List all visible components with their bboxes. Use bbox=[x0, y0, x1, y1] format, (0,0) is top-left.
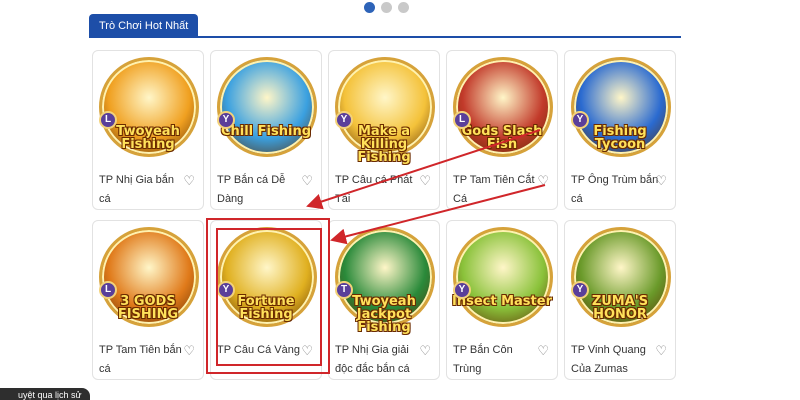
favorite-heart-icon[interactable]: ♡ bbox=[537, 171, 549, 190]
section-tab-hot-games[interactable]: Trò Chơi Hot Nhất bbox=[89, 14, 199, 38]
game-title[interactable]: TP Nhị Gia giải độc đắc bắn cá bbox=[335, 341, 423, 379]
game-title[interactable]: TP Tam Tiên bắn cá bbox=[99, 341, 187, 379]
game-card[interactable]: Fishing Tycoon Y TP Ông Trùm bắn cá ♡ bbox=[564, 50, 676, 210]
carousel-dot-1[interactable] bbox=[364, 2, 375, 13]
provider-badge: L bbox=[99, 281, 117, 299]
game-card[interactable]: Gods Slash Fish L TP Tam Tiên Cắt Cá ♡ bbox=[446, 50, 558, 210]
provider-badge: T bbox=[335, 281, 353, 299]
game-logo-text: ZUMA'S HONOR bbox=[591, 294, 649, 322]
game-logo-text: Gods Slash Fish bbox=[461, 124, 543, 152]
favorite-heart-icon[interactable]: ♡ bbox=[655, 341, 667, 360]
provider-badge: Y bbox=[571, 111, 589, 129]
provider-badge: L bbox=[99, 111, 117, 129]
highlight-box-inner bbox=[216, 228, 322, 366]
history-tag[interactable]: uyệt qua lịch sử bbox=[0, 388, 90, 400]
game-card[interactable]: Twoyeah Jackpot Fishing T TP Nhị Gia giải … bbox=[328, 220, 440, 380]
favorite-heart-icon[interactable]: ♡ bbox=[419, 341, 431, 360]
provider-badge: L bbox=[453, 111, 471, 129]
favorite-heart-icon[interactable]: ♡ bbox=[301, 171, 313, 190]
favorite-heart-icon[interactable]: ♡ bbox=[419, 171, 431, 190]
game-card[interactable]: Insect Master Y TP Bắn Côn Trùng ♡ bbox=[446, 220, 558, 380]
carousel-dots bbox=[364, 2, 409, 13]
game-title[interactable]: TP Nhị Gia bắn cá bbox=[99, 171, 187, 209]
game-title[interactable]: TP Tam Tiên Cắt Cá bbox=[453, 171, 541, 209]
game-title[interactable]: TP Ông Trùm bắn cá bbox=[571, 171, 659, 209]
provider-badge: Y bbox=[453, 281, 471, 299]
favorite-heart-icon[interactable]: ♡ bbox=[183, 341, 195, 360]
game-title[interactable]: TP Bắn cá Dễ Dàng bbox=[217, 171, 305, 209]
game-logo-text: 3 GODS FISHING bbox=[117, 294, 179, 322]
provider-badge: Y bbox=[571, 281, 589, 299]
game-logo-text: Make a Killing Fishing bbox=[357, 124, 411, 165]
game-title[interactable]: TP Câu cá Phát Tài bbox=[335, 171, 423, 209]
favorite-heart-icon[interactable]: ♡ bbox=[655, 171, 667, 190]
game-card[interactable]: Twoyeah Fishing L TP Nhị Gia bắn cá ♡ bbox=[92, 50, 204, 210]
game-title[interactable]: TP Bắn Côn Trùng bbox=[453, 341, 541, 379]
game-title[interactable]: TP Vinh Quang Của Zumas bbox=[571, 341, 659, 379]
game-card[interactable]: Make a Killing Fishing Y TP Câu cá Phát Tà… bbox=[328, 50, 440, 210]
game-card[interactable]: Chill Fishing Y TP Bắn cá Dễ Dàng ♡ bbox=[210, 50, 322, 210]
game-logo-text: Twoyeah Jackpot Fishing bbox=[352, 294, 416, 335]
game-logo-text: Fishing Tycoon bbox=[593, 124, 647, 152]
game-logo-text: Twoyeah Fishing bbox=[116, 124, 180, 152]
provider-badge: Y bbox=[217, 111, 235, 129]
carousel-dot-3[interactable] bbox=[398, 2, 409, 13]
game-card[interactable]: ZUMA'S HONOR Y TP Vinh Quang Của Zumas ♡ bbox=[564, 220, 676, 380]
game-thumbnail[interactable] bbox=[453, 227, 553, 327]
game-card[interactable]: 3 GODS FISHING L TP Tam Tiên bắn cá ♡ bbox=[92, 220, 204, 380]
game-thumbnail[interactable] bbox=[217, 57, 317, 157]
carousel-dot-2[interactable] bbox=[381, 2, 392, 13]
section-header: Trò Chơi Hot Nhất bbox=[89, 14, 681, 38]
provider-badge: Y bbox=[335, 111, 353, 129]
favorite-heart-icon[interactable]: ♡ bbox=[183, 171, 195, 190]
favorite-heart-icon[interactable]: ♡ bbox=[537, 341, 549, 360]
